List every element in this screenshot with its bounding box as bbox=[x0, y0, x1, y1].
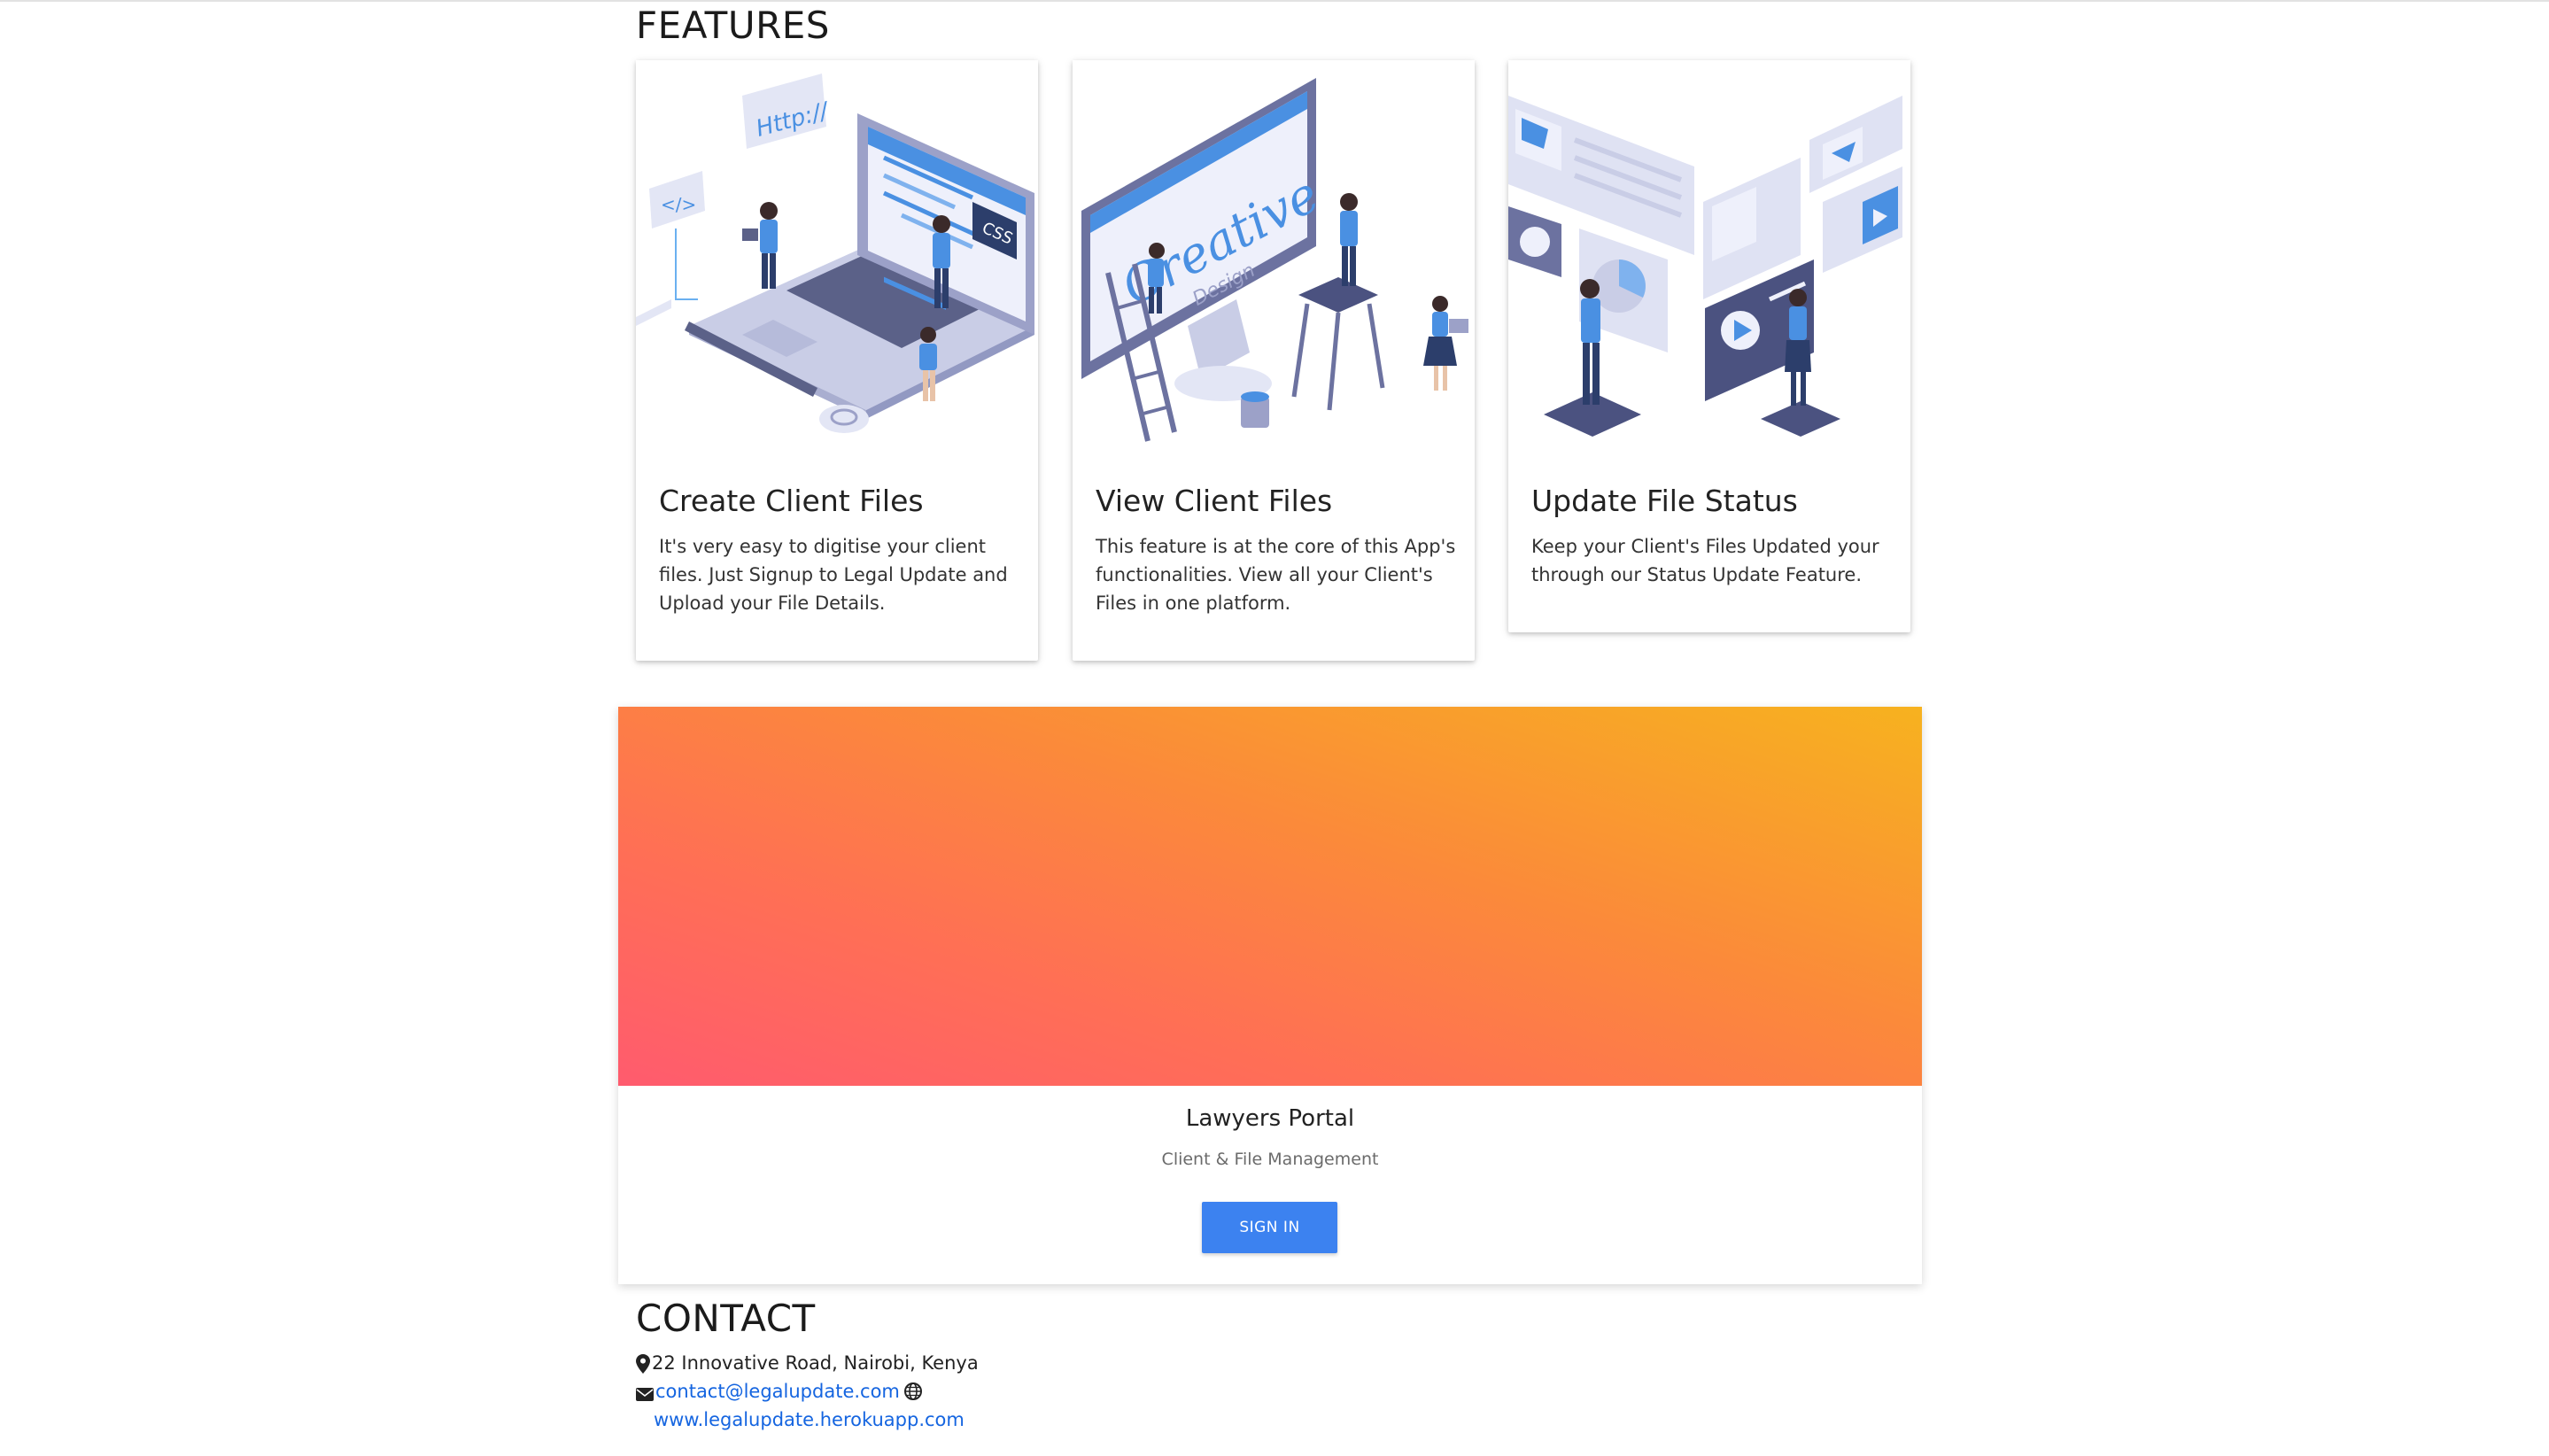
sign-in-button[interactable]: SIGN IN bbox=[1202, 1202, 1337, 1253]
globe-icon bbox=[903, 1382, 922, 1400]
feature-card-view: Creative Design View Client Files This f… bbox=[1073, 60, 1475, 661]
card-title: Update File Status bbox=[1531, 484, 1798, 518]
contact-heading: CONTACT bbox=[636, 1297, 816, 1340]
feature-card-update: Update File Status Keep your Client's Fi… bbox=[1508, 60, 1910, 632]
contact-website: www.legalupdate.herokuapp.com bbox=[654, 1409, 965, 1430]
dashboard-panels-illustration bbox=[1508, 60, 1910, 454]
laptop-developers-illustration: CSS Http:// </> bbox=[636, 60, 1038, 454]
contact-email: contact@legalupdate.com bbox=[636, 1381, 924, 1402]
portal-subtitle: Client & File Management bbox=[1161, 1150, 1379, 1169]
map-marker-icon bbox=[636, 1354, 650, 1374]
card-title: View Client Files bbox=[1096, 484, 1333, 518]
address-text: 22 Innovative Road, Nairobi, Kenya bbox=[652, 1352, 979, 1374]
svg-text:</>: </> bbox=[661, 194, 696, 215]
card-description: Keep your Client's Files Updated your th… bbox=[1531, 536, 1879, 585]
card-description: It's very easy to digitise your client f… bbox=[659, 536, 1008, 614]
features-heading: FEATURES bbox=[636, 4, 830, 47]
card-title: Create Client Files bbox=[659, 484, 924, 518]
feature-card-create: CSS Http:// </> Create Client Files It's… bbox=[636, 60, 1038, 661]
portal-title: Lawyers Portal bbox=[1185, 1105, 1355, 1132]
email-link[interactable]: contact@legalupdate.com bbox=[655, 1381, 900, 1402]
website-link[interactable]: www.legalupdate.herokuapp.com bbox=[654, 1409, 965, 1430]
portal-gradient-banner bbox=[618, 707, 1922, 1086]
contact-address: 22 Innovative Road, Nairobi, Kenya bbox=[636, 1352, 979, 1374]
top-divider bbox=[0, 0, 2549, 2]
envelope-icon bbox=[636, 1384, 654, 1401]
creative-design-monitor-illustration: Creative Design bbox=[1073, 60, 1475, 454]
portal-card: Lawyers Portal Client & File Management … bbox=[618, 707, 1922, 1284]
card-description: This feature is at the core of this App'… bbox=[1096, 536, 1456, 614]
